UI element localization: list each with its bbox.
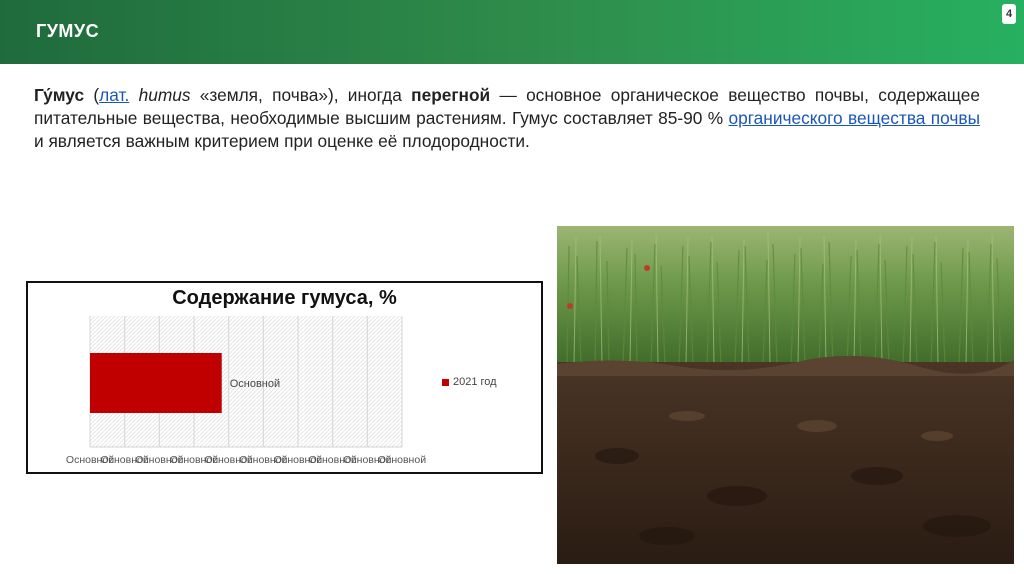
text-open: ( xyxy=(84,85,100,105)
organic-matter-link[interactable]: органического вещества почвы xyxy=(729,108,980,128)
legend-label: 2021 год xyxy=(453,376,497,388)
bar-2021 xyxy=(90,353,222,413)
term-bold: Гу́мус xyxy=(34,85,85,105)
page-number: 4 xyxy=(1002,4,1016,24)
slide-title: ГУМУС xyxy=(36,21,100,41)
humus-definition: Гу́мус (лат. humus «земля, почва»), иног… xyxy=(34,84,980,153)
latin-link[interactable]: лат. xyxy=(99,85,129,105)
text-end: и является важным критерием при оценке е… xyxy=(34,131,530,151)
category-label: Основной xyxy=(230,378,280,390)
legend-swatch xyxy=(442,378,449,386)
text-meaning: «земля, почва»), иногда xyxy=(190,85,412,105)
synonym-bold: перегной xyxy=(411,85,491,105)
humus-chart: Содержание гумуса, % Основной Основной Осн… xyxy=(26,281,543,474)
latin-word: humus xyxy=(129,85,191,105)
soil-field-photo xyxy=(557,226,1014,564)
chart-legend: 2021 год xyxy=(442,376,497,388)
slide-header: ГУМУС 4 xyxy=(0,0,1024,64)
x-tick-label: Основной xyxy=(378,454,426,466)
